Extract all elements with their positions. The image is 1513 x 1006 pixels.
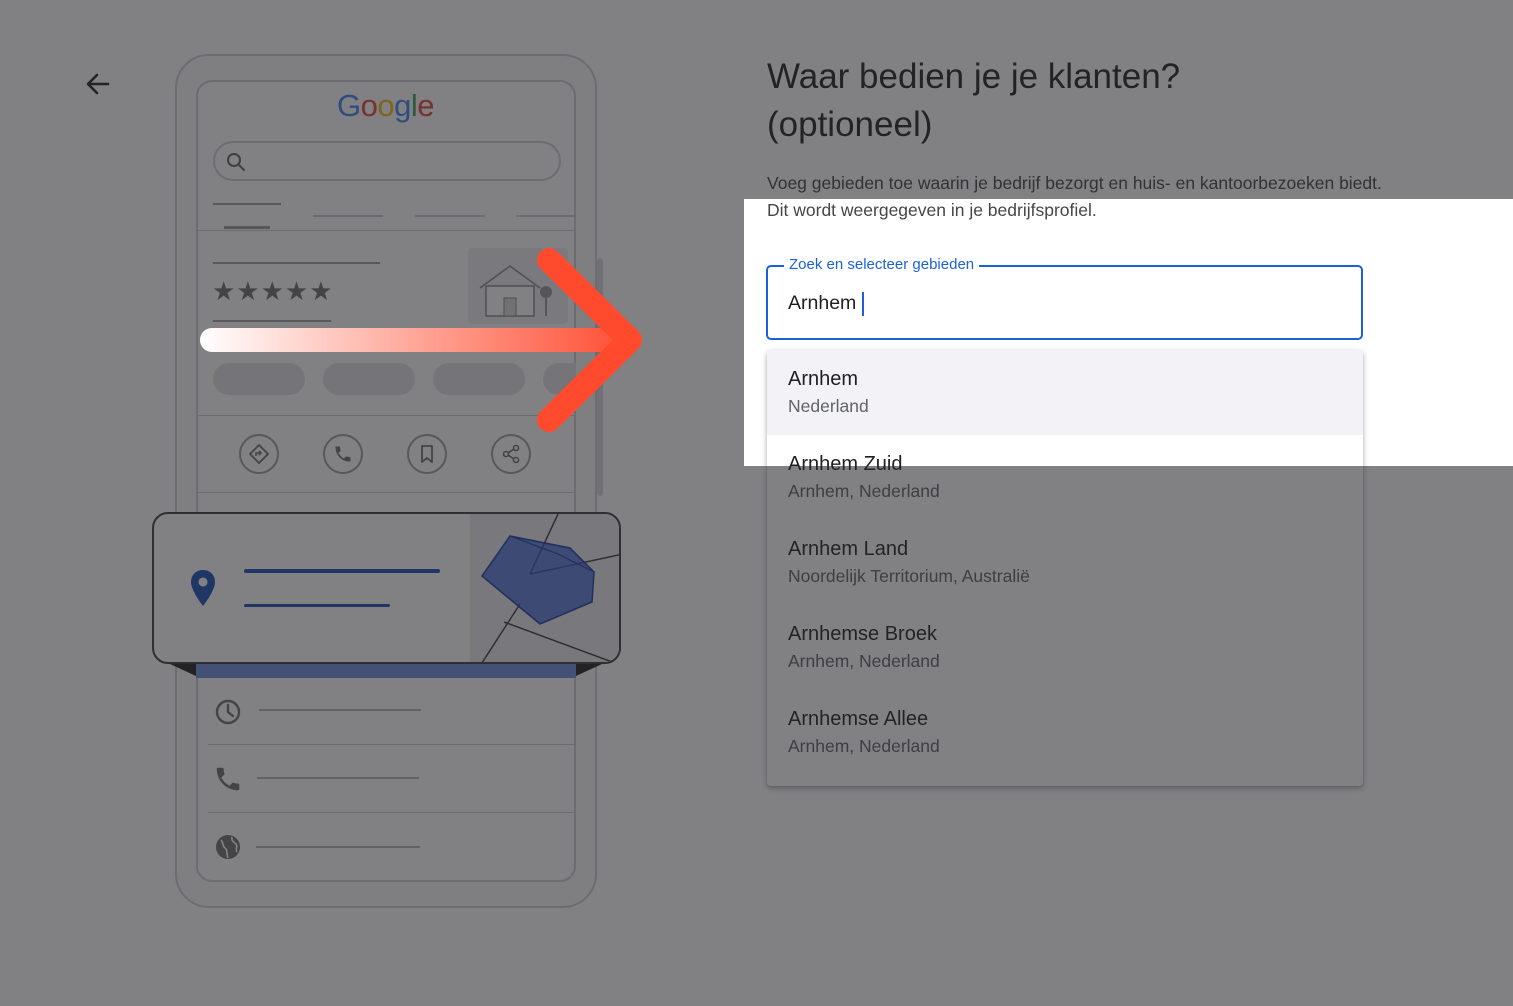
phone-side-button bbox=[597, 258, 603, 496]
text-caret bbox=[862, 292, 864, 316]
business-thumbnail bbox=[468, 248, 568, 324]
logo-letter: g bbox=[394, 88, 411, 123]
back-button[interactable] bbox=[80, 66, 116, 102]
illustration-divider bbox=[198, 230, 574, 231]
card-subtitle-line bbox=[244, 604, 390, 607]
phone-icon bbox=[335, 446, 351, 462]
ribbon-fold-left bbox=[170, 664, 196, 676]
directions-icon bbox=[249, 444, 269, 464]
illustration-tab-line bbox=[213, 203, 281, 205]
directions-action bbox=[239, 434, 279, 474]
suggestion-name: Arnhem Land bbox=[788, 538, 909, 560]
illustration-divider bbox=[198, 415, 574, 416]
info-divider bbox=[208, 812, 576, 813]
illustration-chip bbox=[543, 363, 576, 395]
illustration-chip bbox=[323, 363, 415, 395]
area-search-label: Zoek en selecteer gebieden bbox=[784, 256, 980, 274]
page: Google ★★★★★ Waar bedien je je klanten? … bbox=[0, 0, 1513, 1006]
share-icon bbox=[502, 444, 520, 464]
illustration-tab-line bbox=[516, 215, 576, 217]
illustration-chip bbox=[213, 363, 305, 395]
illustration-tab-underline bbox=[224, 226, 270, 229]
logo-letter: o bbox=[377, 88, 395, 123]
area-search-input[interactable] bbox=[788, 289, 1348, 317]
illustration-chip bbox=[433, 363, 525, 395]
phone-icon bbox=[216, 767, 240, 791]
back-arrow-icon bbox=[86, 73, 110, 95]
service-area-card bbox=[152, 512, 621, 664]
bookmark-icon bbox=[421, 445, 433, 463]
share-action bbox=[491, 434, 531, 474]
info-line bbox=[257, 777, 419, 779]
logo-letter: G bbox=[337, 88, 361, 123]
rating-stars: ★★★★★ bbox=[212, 276, 334, 306]
info-divider bbox=[208, 744, 576, 745]
suggestion-region: Arnhem, Nederland bbox=[788, 481, 940, 501]
ribbon-fold-right bbox=[576, 664, 602, 676]
page-description: Voeg gebieden toe waarin je bedrijf bezo… bbox=[767, 173, 1382, 220]
card-ribbon bbox=[196, 664, 576, 678]
illustration-title-line bbox=[213, 262, 380, 264]
info-line bbox=[256, 846, 420, 848]
suggestion-region: Arnhem, Nederland bbox=[788, 651, 940, 671]
page-title-line1: Waar bedien je je klanten? bbox=[767, 57, 1181, 96]
map-thumbnail bbox=[470, 514, 619, 662]
suggestions-dropdown: Arnhem Nederland Arnhem Zuid Arnhem, Ned… bbox=[767, 350, 1363, 786]
suggestion-name: Arnhem Zuid bbox=[788, 453, 903, 475]
suggestion-name: Arnhem bbox=[788, 368, 859, 390]
page-title: Waar bedien je je klanten? (optioneel) bbox=[767, 53, 1387, 149]
globe-icon bbox=[216, 835, 240, 859]
page-title-line2: (optioneel) bbox=[767, 105, 933, 144]
call-action bbox=[323, 434, 363, 474]
logo-letter: o bbox=[360, 88, 378, 123]
location-pin-icon bbox=[191, 570, 215, 606]
suggestion-name: Arnhemse Allee bbox=[788, 708, 929, 730]
search-icon bbox=[227, 153, 245, 171]
suggestion-region: Arnhem, Nederland bbox=[788, 736, 940, 756]
phone-screen bbox=[196, 80, 576, 882]
clock-icon bbox=[215, 699, 241, 725]
suggestion-item[interactable]: Arnhem Land Noordelijk Territorium, Aust… bbox=[767, 520, 1363, 605]
suggestion-item[interactable]: Arnhemse Broek Arnhem, Nederland bbox=[767, 605, 1363, 690]
service-area-map bbox=[480, 514, 619, 662]
save-action bbox=[407, 434, 447, 474]
illustration-tab-line bbox=[313, 215, 383, 217]
google-logo: Google bbox=[337, 88, 435, 124]
suggestion-region: Noordelijk Territorium, Australië bbox=[788, 566, 1030, 586]
illustration-subtitle-line bbox=[213, 320, 331, 322]
illustration-search-bar bbox=[213, 141, 561, 181]
suggestion-item[interactable]: Arnhem Zuid Arnhem, Nederland bbox=[767, 435, 1363, 520]
logo-letter: e bbox=[417, 88, 435, 123]
suggestion-region: Nederland bbox=[788, 396, 869, 416]
illustration-divider bbox=[198, 492, 574, 493]
card-title-line bbox=[244, 569, 440, 573]
suggestion-item[interactable]: Arnhem Nederland bbox=[767, 350, 1363, 435]
illustration-tab-line bbox=[415, 215, 485, 217]
info-line bbox=[259, 709, 421, 711]
suggestion-item[interactable]: Arnhemse Allee Arnhem, Nederland bbox=[767, 690, 1363, 775]
suggestion-name: Arnhemse Broek bbox=[788, 623, 937, 645]
house-icon bbox=[479, 265, 552, 317]
